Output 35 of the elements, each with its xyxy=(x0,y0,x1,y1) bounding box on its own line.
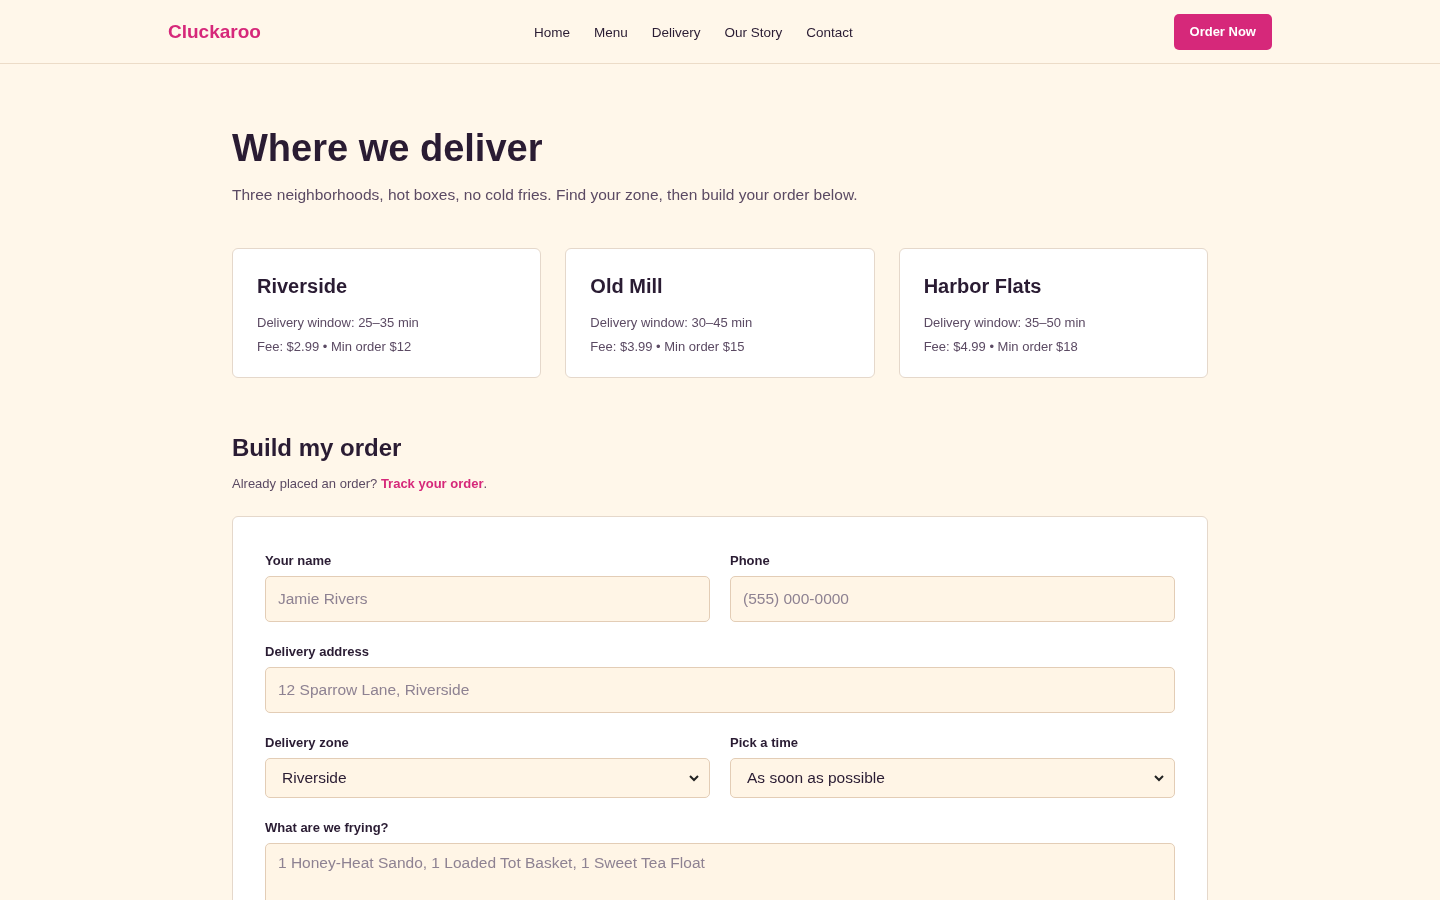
select-field[interactable]: As soon as possible xyxy=(730,758,1175,798)
zone-fee: Fee: $3.99 • Min order $15 xyxy=(590,338,746,356)
section-title: Build my order xyxy=(232,434,403,462)
order-items-field[interactable]: 1 Honey-Heat Sando, 1 Loaded Tot Basket, 1 Sweet Tea Float xyxy=(265,843,1175,900)
text-field[interactable]: Jamie Rivers xyxy=(265,576,710,622)
zone-name: Riverside xyxy=(257,274,349,299)
zone-name: Old Mill xyxy=(590,274,664,299)
field-label: Phone xyxy=(730,553,771,568)
nav-link[interactable]: Contact xyxy=(806,24,853,40)
brand-logo[interactable]: Cluckaroo xyxy=(168,20,261,43)
nav-link[interactable]: Menu xyxy=(594,24,628,40)
track-order-link[interactable]: Track your order xyxy=(380,476,484,491)
zone-window: Delivery window: 25–35 min xyxy=(257,311,517,335)
field-label: Delivery zone xyxy=(265,735,350,750)
nav-link[interactable]: Our Story xyxy=(724,24,783,40)
field-label: Pick a time xyxy=(730,735,799,750)
field-label: Your name xyxy=(265,553,333,568)
nav-link[interactable]: Delivery xyxy=(651,24,701,40)
track-prompt: Already placed an order? Track your order. xyxy=(232,476,489,491)
caret-icon xyxy=(1154,774,1164,782)
select-field[interactable]: Riverside xyxy=(265,758,710,798)
zone-fee: Fee: $2.99 • Min order $12 xyxy=(257,338,413,356)
page-subtitle: Three neighborhoods, hot boxes, no cold fries. Find your zone, then build your order below. xyxy=(232,186,859,204)
page-title: Where we deliver xyxy=(232,126,544,170)
text-field[interactable]: 12 Sparrow Lane, Riverside xyxy=(265,667,1175,713)
text-field[interactable]: (555) 000-0000 xyxy=(730,576,1175,622)
zone-window: Delivery window: 30–45 min xyxy=(590,311,850,335)
nav-link[interactable]: Home xyxy=(534,24,570,40)
order-now-button[interactable]: Order Now xyxy=(1173,13,1272,50)
field-label: What are we frying? xyxy=(265,820,390,835)
zone-fee: Fee: $4.99 • Min order $18 xyxy=(923,338,1079,356)
zone-name: Harbor Flats xyxy=(923,274,1043,299)
caret-icon xyxy=(689,774,699,782)
field-label: Delivery address xyxy=(265,644,371,659)
zone-window: Delivery window: 35–50 min xyxy=(923,311,1183,335)
